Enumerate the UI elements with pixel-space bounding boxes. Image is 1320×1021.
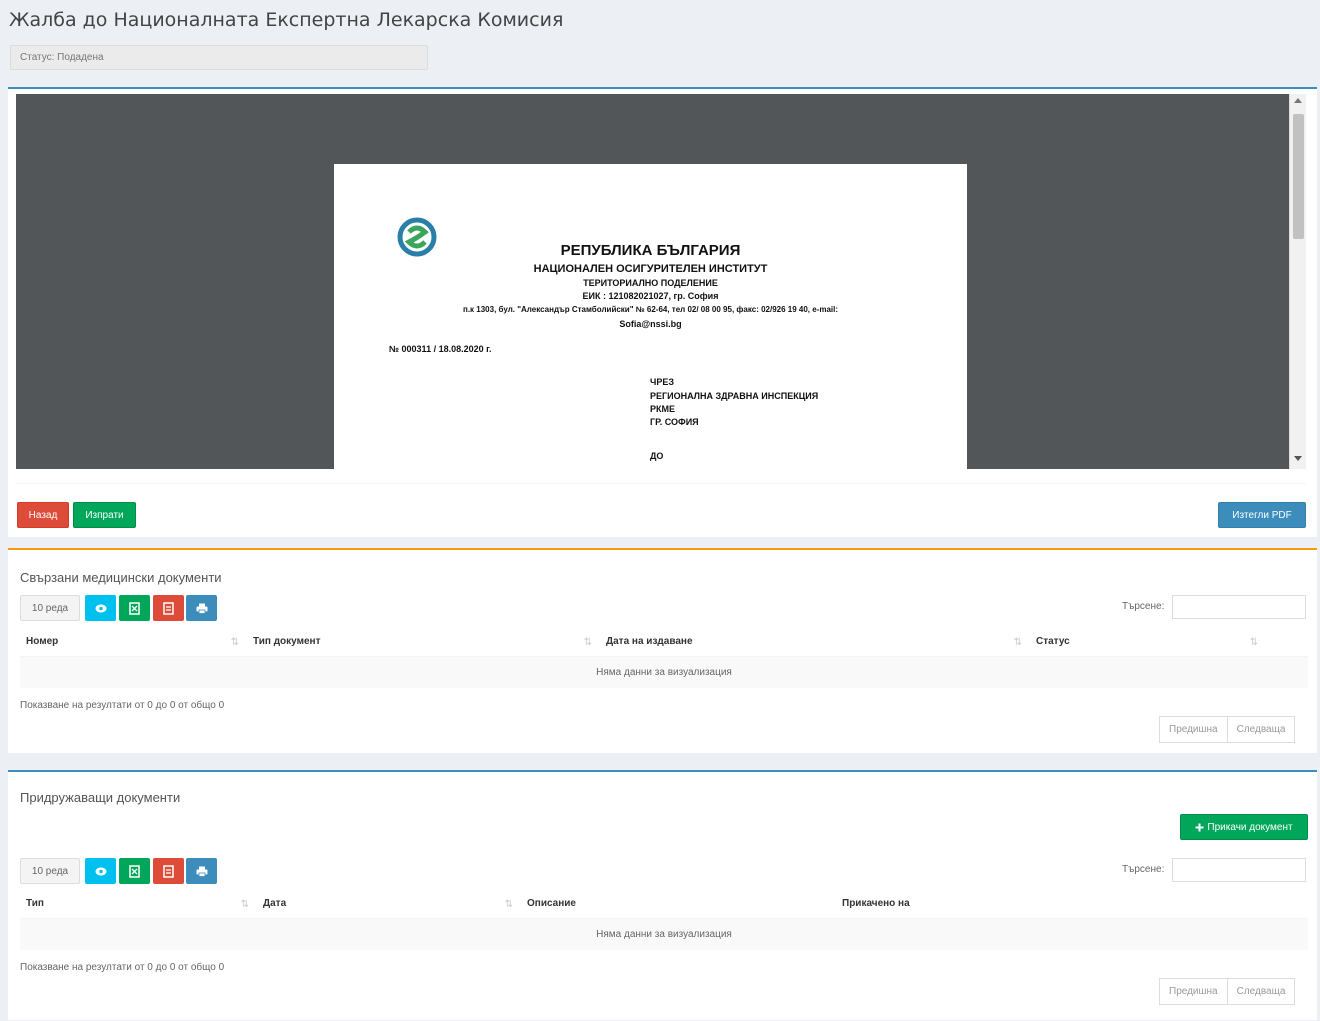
pagination: Предишна Следваща — [1159, 716, 1296, 743]
eye-icon — [95, 867, 106, 875]
column-visibility-button[interactable] — [85, 858, 116, 884]
attach-document-label: Прикачи документ — [1207, 821, 1293, 833]
next-page-button[interactable]: Следваща — [1227, 716, 1296, 743]
back-button[interactable]: Назад — [17, 502, 69, 528]
medical-docs-title: Свързани медицински документи — [20, 570, 222, 585]
column-header-status[interactable]: Статус ⇅ — [1030, 628, 1308, 656]
column-header-doc-type[interactable]: Тип документ ⇅ — [247, 628, 600, 656]
export-pdf-button[interactable] — [153, 858, 184, 884]
doc-recipient-1: РЕГИОНАЛНА ЗДРАВНА ИНСПЕКЦИЯ — [650, 391, 819, 401]
column-header-date[interactable]: Дата ⇅ — [257, 890, 521, 918]
table-info: Показване на резултати от 0 до 0 от общо… — [20, 700, 225, 711]
print-button[interactable] — [186, 595, 217, 621]
scroll-down-icon[interactable] — [1294, 456, 1302, 461]
column-header-number[interactable]: Номер ⇅ — [20, 628, 247, 656]
export-excel-button[interactable] — [119, 595, 150, 621]
print-icon — [196, 603, 207, 614]
export-excel-button[interactable] — [119, 858, 150, 884]
document-viewer-box: РЕПУБЛИКА БЪЛГАРИЯ НАЦИОНАЛЕН ОСИГУРИТЕЛ… — [8, 87, 1317, 537]
doc-to: ДО — [650, 451, 664, 461]
viewer-scrollbar[interactable] — [1289, 94, 1306, 469]
pdf-icon — [163, 601, 174, 615]
doc-email: Sofia@nssi.bg — [619, 319, 682, 329]
scroll-thumb[interactable] — [1293, 114, 1304, 239]
column-header-description[interactable]: Описание — [521, 890, 836, 918]
export-pdf-button[interactable] — [153, 595, 184, 621]
search-label: Търсене: — [1122, 864, 1165, 875]
rows-per-page-select[interactable]: 10 реда — [20, 595, 80, 621]
pdf-icon — [163, 864, 174, 878]
pagination: Предишна Следваща — [1159, 978, 1296, 1005]
column-header-type[interactable]: Тип ⇅ — [20, 890, 257, 918]
previous-page-button[interactable]: Предишна — [1159, 978, 1228, 1005]
excel-icon — [129, 601, 140, 615]
pdf-page: РЕПУБЛИКА БЪЛГАРИЯ НАЦИОНАЛЕН ОСИГУРИТЕЛ… — [334, 164, 967, 469]
medical-docs-table: Номер ⇅ Тип документ ⇅ Дата на издаване ⇅ С… — [20, 628, 1308, 688]
attached-docs-title: Придружаващи документи — [20, 790, 181, 805]
rows-per-page-select[interactable]: 10 реда — [20, 858, 80, 884]
doc-via: ЧРЕЗ — [650, 377, 674, 387]
plus-icon — [1195, 823, 1204, 831]
send-button[interactable]: Изпрати — [73, 502, 136, 528]
print-icon — [196, 866, 207, 877]
doc-recipient-3: ГР. СОФИЯ — [650, 417, 699, 427]
empty-row: Няма данни за визуализация — [20, 655, 1308, 688]
empty-row: Няма данни за визуализация — [20, 917, 1308, 950]
eye-icon — [95, 604, 106, 612]
column-visibility-button[interactable] — [85, 595, 116, 621]
column-header-attached-on[interactable]: Прикачено на — [836, 890, 1308, 918]
column-header-issue-date[interactable]: Дата на издаване ⇅ — [600, 628, 1030, 656]
doc-subheading: НАЦИОНАЛЕН ОСИГУРИТЕЛЕН ИНСТИТУТ — [533, 263, 768, 275]
doc-eik: ЕИК : 121082021027, гр. София — [582, 291, 719, 301]
search-input[interactable] — [1172, 595, 1306, 619]
page-title: Жалба до Националната Експертна Лекарска… — [9, 9, 564, 31]
download-pdf-button[interactable]: Изтегли PDF — [1218, 502, 1306, 528]
doc-heading: РЕПУБЛИКА БЪЛГАРИЯ — [560, 242, 741, 259]
medical-docs-box: Свързани медицински документи 10 реда Тъ… — [8, 548, 1317, 753]
search-label: Търсене: — [1122, 601, 1165, 612]
doc-recipient-2: РКМЕ — [650, 404, 675, 414]
previous-page-button[interactable]: Предишна — [1159, 716, 1228, 743]
attached-docs-table: Тип ⇅ Дата ⇅ Описание Прикачено на Няма да… — [20, 890, 1308, 950]
excel-icon — [129, 864, 140, 878]
next-page-button[interactable]: Следваща — [1227, 978, 1296, 1005]
table-info: Показване на резултати от 0 до 0 от общо… — [20, 962, 225, 973]
scroll-up-icon[interactable] — [1294, 98, 1302, 103]
attached-docs-box: Придружаващи документи Прикачи документ … — [8, 770, 1317, 1020]
pdf-viewer[interactable]: РЕПУБЛИКА БЪЛГАРИЯ НАЦИОНАЛЕН ОСИГУРИТЕЛ… — [16, 94, 1306, 469]
print-button[interactable] — [186, 858, 217, 884]
doc-division: ТЕРИТОРИАЛНО ПОДЕЛЕНИЕ — [583, 278, 718, 288]
doc-address: п.к 1303, бул. "Александър Стамболийски"… — [462, 305, 839, 314]
attach-document-button[interactable]: Прикачи документ — [1180, 814, 1308, 840]
search-input[interactable] — [1172, 858, 1306, 882]
doc-number: № 000311 / 18.08.2020 г. — [389, 344, 492, 354]
status-field: Статус: Подадена — [10, 45, 428, 70]
